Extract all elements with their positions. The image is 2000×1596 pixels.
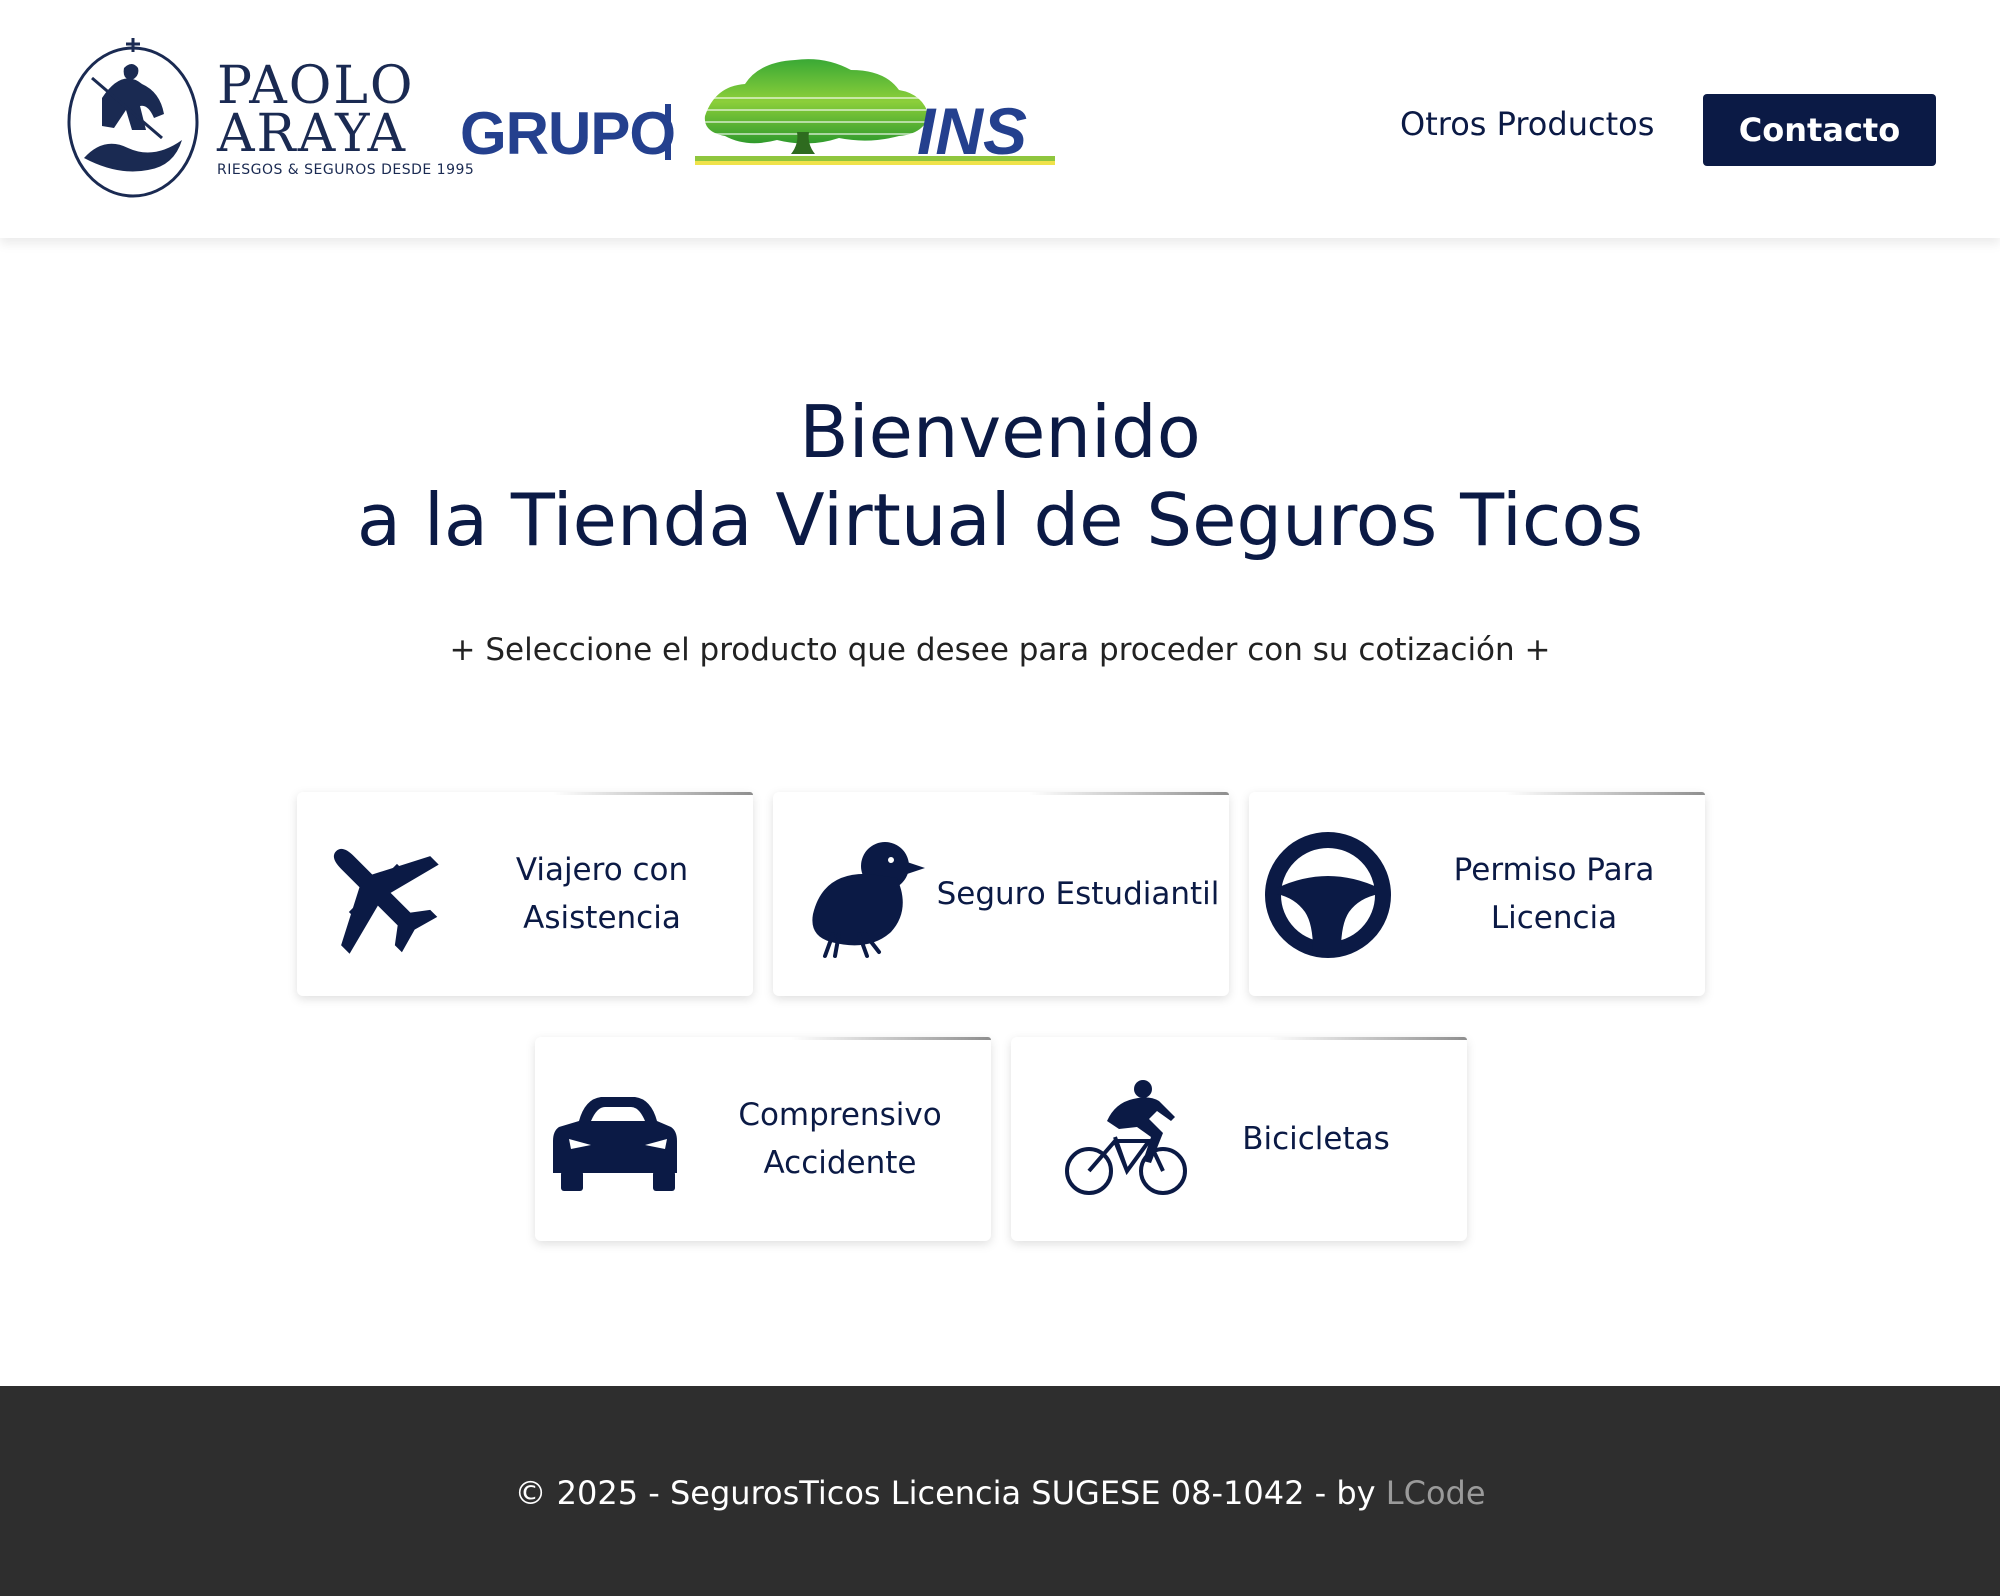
saint-george-medallion-icon bbox=[67, 38, 199, 198]
product-card-bicicletas[interactable]: Bicicletas bbox=[1011, 1037, 1467, 1241]
grupo-text: GRUPO bbox=[460, 100, 676, 167]
product-card-licencia[interactable]: Permiso Para Licencia bbox=[1249, 792, 1705, 996]
product-card-comprensivo[interactable]: Comprensivo Accidente bbox=[535, 1037, 991, 1241]
brand-name-line2: ARAYA bbox=[217, 104, 407, 164]
product-label: Permiso Para Licencia bbox=[1453, 852, 1655, 936]
brand-tagline: RIESGOS & SEGUROS DESDE 1995 bbox=[217, 162, 475, 178]
site-footer: © 2025 - SegurosTicos Licencia SUGESE 08… bbox=[0, 1386, 2000, 1596]
page-subtitle: + Seleccione el producto que desee para … bbox=[449, 632, 1551, 668]
product-label: Comprensivo Accidente bbox=[738, 1097, 942, 1181]
product-label: Viajero con Asistencia bbox=[515, 852, 689, 936]
product-label: Seguro Estudiantil bbox=[936, 876, 1220, 912]
logo-divider bbox=[665, 104, 671, 160]
site-header: PAOLO ARAYA RIESGOS & SEGUROS DESDE 1995… bbox=[0, 0, 2000, 238]
car-icon bbox=[553, 1097, 677, 1191]
contacto-button[interactable]: Contacto bbox=[1703, 94, 1936, 166]
product-card-estudiantil[interactable]: Seguro Estudiantil bbox=[773, 792, 1229, 996]
ins-text: INS bbox=[917, 94, 1027, 168]
footer-lcode-link[interactable]: LCode bbox=[1386, 1474, 1486, 1512]
ins-tree-logo-icon: INS bbox=[695, 59, 1055, 168]
airplane-icon bbox=[333, 848, 439, 954]
page-title-line1: Bienvenido bbox=[799, 390, 1201, 474]
footer-copyright: © 2025 - SegurosTicos Licencia SUGESE 08… bbox=[514, 1474, 1486, 1512]
product-label: Bicicletas bbox=[1242, 1121, 1390, 1157]
steering-wheel-icon bbox=[1265, 832, 1391, 958]
nav-otros-productos[interactable]: Otros Productos bbox=[1400, 108, 1654, 140]
grupo-ins-logo[interactable]: GRUPO INS bbox=[460, 58, 1060, 178]
paolo-araya-logo[interactable]: PAOLO ARAYA RIESGOS & SEGUROS DESDE 1995 bbox=[62, 38, 474, 200]
chick-icon bbox=[812, 842, 925, 958]
product-card-viajero[interactable]: Viajero con Asistencia bbox=[297, 792, 753, 996]
page-title-line2: a la Tienda Virtual de Seguros Ticos bbox=[356, 478, 1644, 562]
